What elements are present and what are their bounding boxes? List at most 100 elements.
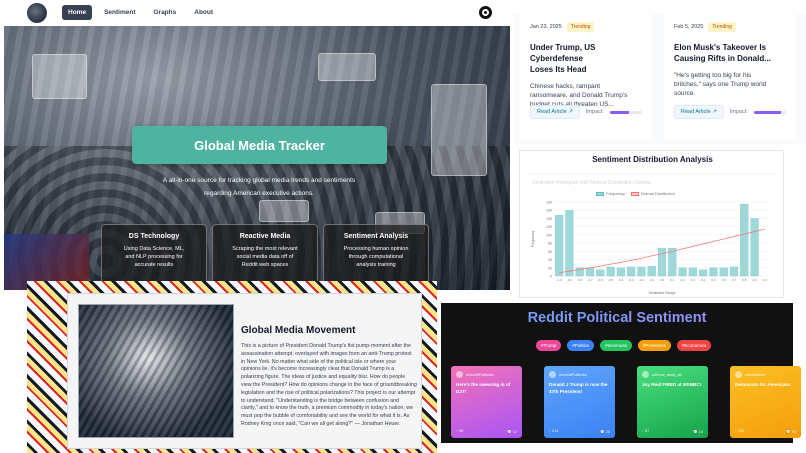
reddit-tag[interactable]: #Protesters bbox=[637, 340, 671, 351]
article-card: Jan 23, 2025 Trending Under Trump, US Cy… bbox=[520, 14, 652, 140]
feature-card-text: Using Data Science, ML, bbox=[123, 246, 185, 252]
histogram-bar bbox=[616, 267, 625, 277]
feature-card-title: Reactive Media bbox=[239, 233, 291, 240]
histogram-bar bbox=[585, 267, 595, 277]
site-logo[interactable] bbox=[27, 3, 47, 23]
x-tick-label: 0.6 bbox=[722, 278, 727, 282]
read-article-button[interactable]: Read Article ↗ bbox=[530, 105, 580, 119]
histogram-bar bbox=[627, 266, 636, 277]
external-link-icon: ↗ bbox=[568, 109, 573, 115]
impact-bar-fill bbox=[609, 110, 630, 114]
feature-card-text: Scraping the most relevant bbox=[232, 246, 298, 252]
sentiment-histogram: 0 20 40 60 80 100 120 140 160 180 -1.0 -0.9 -0.8 -0.7… bbox=[531, 201, 770, 295]
y-tick-label: 120 bbox=[546, 225, 552, 229]
hero-title-banner: Global Media Tracker bbox=[132, 126, 387, 164]
histogram-bar bbox=[596, 269, 605, 277]
reddit-title: Reddit Political Sentiment bbox=[441, 310, 793, 326]
comment-count: 💬 26 bbox=[599, 430, 610, 434]
histogram-bar bbox=[719, 267, 728, 277]
movement-section: Global Media Movement This is a picture … bbox=[27, 281, 437, 453]
reddit-tag[interactable]: #Trump bbox=[536, 340, 562, 351]
feature-card-text: accurate results bbox=[134, 262, 174, 268]
reddit-tag[interactable]: #Economics bbox=[676, 340, 712, 351]
x-tick-label: -1.0 bbox=[557, 278, 563, 282]
article-footer: Read Article ↗ Impact: bbox=[530, 105, 642, 119]
x-tick-label: 0.3 bbox=[691, 278, 696, 282]
upvote-count: ↑ 87 bbox=[642, 429, 650, 433]
impact-bar-fill bbox=[753, 110, 782, 114]
reddit-post-card[interactable]: u/throw_away_alt Joy Reid FIRED at MSNBC!… bbox=[637, 366, 708, 438]
x-tick-label: 1.0 bbox=[763, 278, 768, 282]
y-tick-label: 180 bbox=[546, 201, 552, 205]
legend-frequency[interactable]: Frequency bbox=[596, 191, 625, 196]
reddit-tag[interactable]: #elonmusk bbox=[600, 340, 632, 351]
trending-badge: Trending bbox=[566, 22, 595, 32]
x-tick-label: -0.6 bbox=[598, 278, 604, 282]
post-user: u/redditUser bbox=[735, 371, 796, 378]
github-icon[interactable] bbox=[479, 6, 492, 19]
histogram-bar bbox=[678, 267, 687, 277]
post-title: Here's the swearing in of DJT! bbox=[456, 382, 511, 394]
external-link-icon: ↗ bbox=[712, 109, 717, 115]
hero-subtitle-line: A all-in-one source for tracking global … bbox=[162, 177, 356, 184]
nav-about[interactable]: About bbox=[188, 5, 219, 20]
y-tick-label: 80 bbox=[548, 242, 552, 246]
reddit-posts: u/redditPolitician Here's the swearing in… bbox=[451, 366, 801, 438]
top-navbar: Home Sentiment Graphs About bbox=[0, 0, 510, 26]
floating-post-card bbox=[32, 54, 87, 99]
upvote-count: ↑ 56 bbox=[456, 429, 464, 433]
article-date: Jan 23, 2025 bbox=[530, 24, 562, 30]
x-tick-label: -0.5 bbox=[608, 278, 614, 282]
reddit-post-card[interactable]: u/redditUser Democrats for Americans ↑ 124… bbox=[730, 366, 801, 438]
x-axis-label: Sentiment Range bbox=[648, 291, 675, 295]
sentiment-chart-card: Sentiment Histogram with Normal Distribu… bbox=[528, 173, 778, 295]
avatar bbox=[456, 371, 463, 378]
post-user: u/redditPolitician bbox=[549, 371, 610, 378]
article-title-line: Loses Its Head bbox=[530, 65, 587, 74]
feature-card-sentiment: Sentiment Analysis Processing human opin… bbox=[323, 224, 429, 284]
post-user: u/throw_away_alt bbox=[642, 371, 703, 378]
post-user: u/redditPolitician bbox=[456, 371, 517, 378]
nav-links: Home Sentiment Graphs About bbox=[62, 5, 219, 20]
post-title: Democrats for Americans bbox=[735, 382, 791, 387]
legend-normal[interactable]: Normal Distribution bbox=[630, 191, 675, 196]
impact-bar bbox=[753, 110, 786, 114]
x-tick-label: -0.7 bbox=[587, 278, 593, 282]
upvote-count: ↑ 213 bbox=[549, 429, 559, 433]
read-article-button[interactable]: Read Article ↗ bbox=[674, 105, 724, 119]
x-tick-label: 0.2 bbox=[680, 278, 685, 282]
article-title[interactable]: Elon Musk's Takeover Is Causing Rifts in… bbox=[674, 42, 786, 64]
histogram-bar bbox=[740, 203, 749, 277]
reddit-post-card[interactable]: u/redditPolitician Here's the swearing in… bbox=[451, 366, 522, 438]
x-tick-label: 0.5 bbox=[711, 278, 716, 282]
legend-frequency-label: Frequency bbox=[606, 191, 625, 196]
post-title: Joy Reid FIRED at MSNBC! bbox=[642, 382, 702, 387]
impact-bar bbox=[609, 110, 642, 114]
chart-legend: Frequency Normal Distribution bbox=[596, 191, 675, 196]
x-tick-label: 0.9 bbox=[752, 278, 757, 282]
avatar bbox=[735, 371, 742, 378]
feature-card-text: analysis training bbox=[356, 262, 396, 268]
feature-card-text: and NLP processing for bbox=[125, 254, 183, 260]
article-title[interactable]: Under Trump, US Cyberdefense Loses Its H… bbox=[530, 42, 642, 75]
reddit-tags: #Trump #Politics #elonmusk #Protesters #Econ… bbox=[536, 340, 712, 351]
x-tick-label: -0.9 bbox=[567, 278, 573, 282]
nav-home[interactable]: Home bbox=[62, 5, 93, 20]
article-title-line: Elon Musk's Takeover Is bbox=[674, 43, 767, 52]
article-description: "He's getting too big for his britches,"… bbox=[674, 71, 786, 98]
histogram-bar bbox=[688, 267, 697, 277]
histogram-bar bbox=[565, 210, 574, 277]
reddit-post-card[interactable]: u/redditPolitician Donald J Trump is now … bbox=[544, 366, 615, 438]
nav-sentiment[interactable]: Sentiment bbox=[98, 5, 141, 20]
y-tick-label: 60 bbox=[548, 250, 552, 254]
post-footer: ↑ 124 💬 19 bbox=[735, 429, 796, 434]
upvote-count: ↑ 124 bbox=[735, 429, 745, 433]
floating-post-card bbox=[318, 53, 376, 81]
floating-post-card bbox=[431, 84, 487, 176]
reddit-tag[interactable]: #Politics bbox=[567, 340, 595, 351]
post-username: u/redditPolitician bbox=[559, 372, 587, 377]
hero-section: Global Media Tracker A all-in-one source… bbox=[4, 26, 510, 290]
article-date: Feb 5, 2025 bbox=[674, 24, 704, 30]
nav-graphs[interactable]: Graphs bbox=[147, 5, 182, 20]
article-meta: Feb 5, 2025 Trending bbox=[674, 22, 786, 32]
